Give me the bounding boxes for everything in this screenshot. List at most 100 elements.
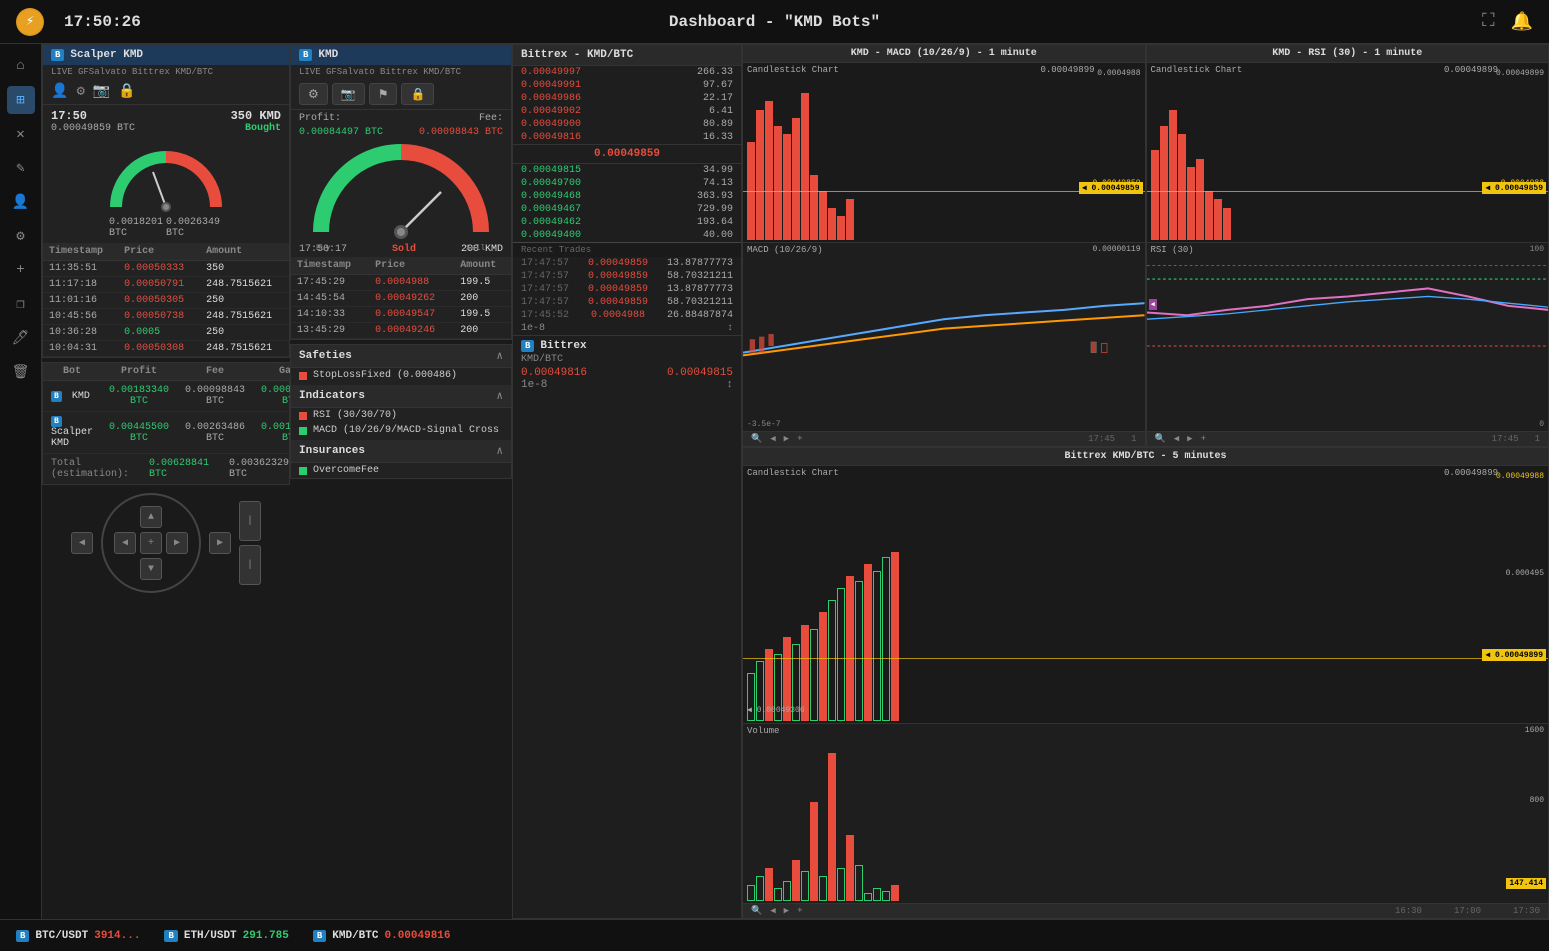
kmd-trade-amount: 199.5 [454, 275, 511, 291]
table-row: 11:01:16 0.00050305 250 [43, 293, 289, 309]
scalper-header: B Scalper KMD [43, 45, 289, 65]
bid-amount: 34.99 [703, 165, 733, 176]
kmd-gauge: Buy Sell [311, 142, 491, 242]
scalper-settings-icon[interactable]: ⚙ [76, 83, 84, 100]
bittrex-pair: KMD/BTC [521, 352, 733, 367]
safeties-panel: Safeties ∧ StopLossFixed (0.000486) Indi… [290, 344, 512, 479]
ask-row: 0.00049902 6.41 [513, 105, 741, 118]
candle-8 [810, 175, 818, 240]
kmd-actions: ⚙ 📷 ⚑ 🔒 [291, 79, 511, 110]
kmd-action-1[interactable]: ⚙ [299, 83, 328, 105]
scalper-title: Scalper KMD [70, 49, 143, 61]
sidebar-settings[interactable]: ⚙ [7, 222, 35, 250]
stoploss-icon [299, 372, 307, 380]
insurances-collapse[interactable]: ∧ [496, 444, 503, 458]
fullscreen-icon[interactable]: ⛶ [1482, 11, 1495, 32]
sidebar-add[interactable]: + [7, 256, 35, 284]
scalper-values: 17:50 0.00049859 BTC 350 KMD Bought [43, 105, 289, 138]
vol-current: 147.414 [1506, 878, 1546, 889]
zoom-plus-rsi[interactable]: + [1201, 434, 1206, 444]
arrow-right-macd[interactable]: ▶ [784, 434, 789, 444]
ask-amount: 97.67 [703, 80, 733, 91]
notifications-icon[interactable]: 🔔 [1511, 11, 1533, 33]
asks-container: 0.00049997 266.33 0.00049991 97.67 0.000… [513, 66, 741, 144]
scalper-lock-icon[interactable]: 🔒 [118, 83, 135, 100]
bid-amount: 363.93 [697, 191, 733, 202]
time-label-bottom-2: 17:00 [1454, 906, 1481, 916]
nav-down[interactable]: ▼ [140, 558, 162, 580]
summary-col-profit: Profit [101, 363, 177, 381]
bids-container: 0.00049815 34.99 0.00049700 74.13 0.0004… [513, 164, 741, 242]
trade-amount: 250 [200, 293, 289, 309]
macd-price-0004988: 0.0004988 [1097, 69, 1140, 78]
fee-label: Fee: [479, 113, 503, 124]
table-row: 11:17:18 0.00050791 248.7515621 [43, 277, 289, 293]
macd-candle-label: Candlestick Chart [747, 65, 839, 75]
bittrex-price2: 0.00049815 [667, 367, 733, 379]
trade-amount: 58.70321211 [667, 271, 733, 282]
ask-row: 0.00049986 22.17 [513, 92, 741, 105]
ask-row: 0.00049991 97.67 [513, 79, 741, 92]
trade-price: 0.00050333 [118, 261, 200, 277]
kmd-action-4[interactable]: 🔒 [401, 83, 434, 105]
nav-up[interactable]: ▲ [140, 506, 162, 528]
nav-right[interactable]: ▶ [209, 532, 231, 554]
kmd-action-3[interactable]: ⚑ [369, 83, 398, 105]
summary-table: Bot Profit Fee Gain B KMD 0.00183340 BTC… [43, 363, 329, 454]
arrow-right-rsi[interactable]: ▶ [1187, 434, 1192, 444]
safeties-collapse[interactable]: ∧ [496, 349, 503, 363]
sidebar-close[interactable]: ✕ [7, 120, 35, 148]
sidebar-home[interactable]: ⌂ [7, 52, 35, 80]
nav-center[interactable]: + [140, 532, 162, 554]
arrow-left-rsi[interactable]: ◀ [1174, 434, 1179, 444]
bid-row: 0.00049400 40.00 [513, 229, 741, 242]
sidebar-pen[interactable]: 🖊 [7, 324, 35, 352]
arrow-right-bottom[interactable]: ▶ [784, 906, 789, 916]
bot-icon: B [51, 391, 62, 402]
bottom-chart-header: Bittrex KMD/BTC - 5 minutes [743, 448, 1548, 466]
scalper-trade-table: Timestamp Price Amount 11:35:51 0.000503… [43, 243, 289, 357]
sidebar-user[interactable]: 👤 [7, 188, 35, 216]
candle-9 [819, 191, 827, 240]
sidebar-trash[interactable]: 🗑 [7, 358, 35, 386]
bid-price: 0.00049815 [521, 165, 581, 176]
nav-zoom-in[interactable]: | [239, 501, 261, 541]
zoom-minus-macd[interactable]: 🔍 [751, 434, 762, 444]
trade-amount: 350 [200, 261, 289, 277]
kmd-gauge-svg: Buy Sell [311, 142, 491, 242]
sidebar-dashboard[interactable]: ⊞ [7, 86, 35, 114]
ticker-price: 0.00049816 [385, 930, 451, 942]
rsi-candle-2 [1160, 126, 1168, 240]
recent-trade-row: 17:47:57 0.00049859 58.70321211 [513, 296, 741, 309]
ticker-b-icon: B [313, 930, 326, 942]
macd-value: 0.00000119 [1092, 245, 1140, 254]
scalper-user-icon[interactable]: 👤 [51, 83, 68, 100]
ticker-b-icon: B [164, 930, 177, 942]
arrow-left-macd[interactable]: ◀ [770, 434, 775, 444]
zoom-minus-rsi[interactable]: 🔍 [1155, 434, 1166, 444]
sidebar-copy[interactable]: ❐ [7, 290, 35, 318]
sidebar-edit[interactable]: ✎ [7, 154, 35, 182]
arrow-left-bottom[interactable]: ◀ [770, 906, 775, 916]
indicators-collapse[interactable]: ∧ [496, 389, 503, 403]
macd-indicator-area: MACD (10/26/9) 0.00000119 [743, 243, 1145, 430]
zoom-minus-bottom[interactable]: 🔍 [751, 906, 762, 916]
kmd-action-2[interactable]: 📷 [332, 83, 365, 105]
scalper-camera-icon[interactable]: 📷 [93, 83, 110, 100]
trade-price: 0.00049859 [588, 258, 648, 269]
col-amount: Amount [200, 243, 289, 261]
nav-cross-left[interactable]: ◀ [114, 532, 136, 554]
zoom-plus-macd[interactable]: + [797, 434, 802, 444]
total-fee: 0.00362329 BTC [229, 458, 289, 480]
bottom-candle-label: Candlestick Chart [747, 468, 839, 478]
stoploss-item: StopLossFixed (0.000486) [291, 368, 511, 383]
trade-amount: 248.7515621 [200, 309, 289, 325]
bid-amount: 729.99 [697, 204, 733, 215]
time-label-macd-2: 1 [1131, 434, 1136, 444]
nav-left[interactable]: ◀ [71, 532, 93, 554]
kmd-trade-table: Timestamp Price Amount 17:45:29 0.000498… [291, 257, 511, 339]
nav-cross-right[interactable]: ▶ [166, 532, 188, 554]
zoom-plus-bottom[interactable]: + [797, 906, 802, 916]
nav-zoom-out[interactable]: | [239, 545, 261, 585]
rsi-candle-1 [1151, 150, 1159, 240]
